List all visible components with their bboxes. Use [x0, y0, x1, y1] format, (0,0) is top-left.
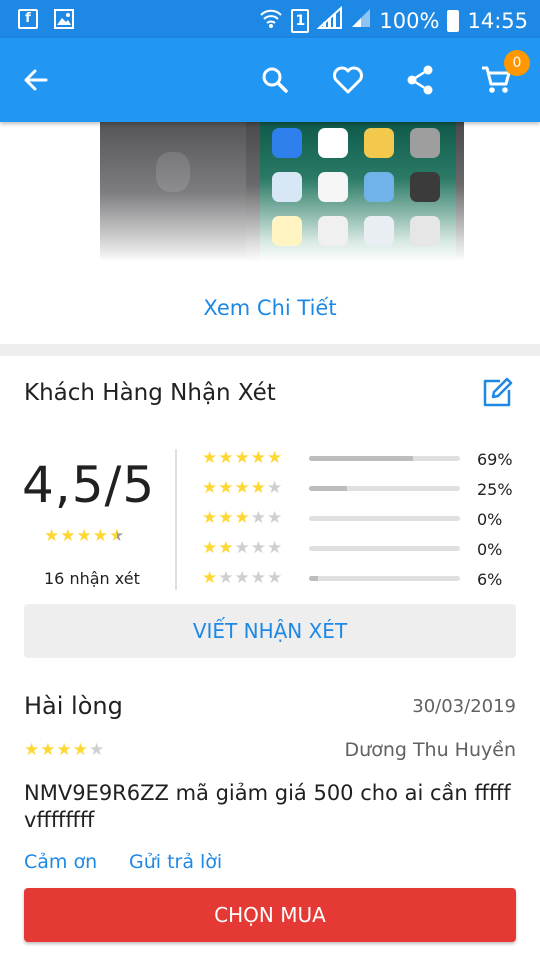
calendar-app-icon — [318, 128, 348, 158]
apple-logo-icon — [156, 152, 190, 192]
review-rating-stars: ★★★★★ — [24, 740, 106, 760]
rating-percent: 6% — [477, 570, 503, 589]
mail-app-icon — [272, 128, 302, 158]
section-divider — [0, 344, 540, 356]
reviews-section-title: Khách Hàng Nhận Xét — [24, 380, 276, 406]
review-date: 30/03/2019 — [412, 696, 516, 717]
rating-distribution-row: ★★★★★ 69% — [202, 448, 522, 470]
notification-icons: f — [18, 9, 74, 33]
review-count: 16 nhận xét — [44, 569, 140, 588]
review-author: Dương Thu Huyền — [344, 739, 516, 761]
wifi-icon — [259, 7, 283, 34]
buy-button[interactable]: CHỌN MUA — [24, 888, 516, 942]
search-icon[interactable] — [255, 60, 295, 100]
phone-image[interactable] — [100, 122, 464, 262]
view-details-link[interactable]: Xem Chi Tiết — [0, 296, 540, 320]
videos-app-icon — [410, 216, 440, 246]
heart-icon[interactable] — [328, 60, 368, 100]
rating-bar — [309, 456, 460, 461]
star-icon: ★ — [92, 526, 109, 546]
rating-bar-fill — [309, 486, 347, 491]
average-rating-stars: ★★★★★ — [44, 528, 125, 545]
review-body: NMV9E9R6ZZ mã giảm giá 500 cho ai cần ff… — [24, 781, 511, 832]
photos-app-icon — [364, 128, 394, 158]
star-icon: ★ — [44, 526, 61, 546]
reply-link[interactable]: Gửi trả lời — [129, 851, 222, 873]
average-rating: 4,5/5 — [22, 456, 156, 514]
clock: 14:55 — [467, 8, 528, 33]
notes-app-icon — [272, 216, 302, 246]
rating-bar — [309, 486, 460, 491]
app-icons — [272, 128, 440, 246]
signal-icon — [351, 8, 371, 33]
clock-app-icon — [318, 172, 348, 202]
rating-percent: 0% — [477, 540, 503, 559]
rating-bar — [309, 576, 460, 581]
gallery-icon — [54, 9, 74, 33]
reminders-app-icon — [318, 216, 348, 246]
phone-back — [100, 122, 246, 262]
half-star-icon: ★ — [109, 526, 126, 546]
status-bar: f 1 100% 14:55 — [0, 0, 540, 38]
rating-stars: ★★★★★ — [202, 568, 284, 588]
rating-stars: ★★★★★ — [202, 508, 284, 528]
rating-distribution-row: ★★★★★ 6% — [202, 568, 522, 590]
rating-percent: 0% — [477, 510, 503, 529]
rating-bar — [309, 516, 460, 521]
wallet-app-icon — [410, 172, 440, 202]
rating-percent: 25% — [477, 480, 513, 499]
star-icon: ★ — [76, 526, 93, 546]
review-title: Hài lòng — [24, 692, 123, 720]
rating-bar-fill — [309, 576, 319, 581]
stocks-app-icon — [364, 216, 394, 246]
star-icon: ★ — [60, 526, 77, 546]
rating-distribution-row: ★★★★★ 0% — [202, 508, 522, 530]
signal-icon — [316, 5, 343, 35]
rating-bar — [309, 546, 460, 551]
share-icon[interactable] — [400, 60, 440, 100]
phone-screen — [260, 122, 456, 262]
rating-stars: ★★★★★ — [202, 478, 284, 498]
rating-bar-fill — [309, 456, 414, 461]
back-arrow-icon[interactable] — [16, 60, 56, 100]
app-bar — [0, 38, 540, 122]
write-review-button[interactable]: VIẾT NHẬN XÉT — [24, 604, 516, 658]
sim-icon: 1 — [291, 8, 310, 33]
cart-count-badge: 0 — [504, 50, 530, 76]
rating-distribution-row: ★★★★★ 25% — [202, 478, 522, 500]
rating-percent: 69% — [477, 450, 513, 469]
edit-icon[interactable] — [480, 376, 514, 410]
vertical-divider — [175, 449, 177, 590]
maps-app-icon — [272, 172, 302, 202]
battery-icon — [447, 9, 460, 32]
rating-stars: ★★★★★ — [202, 538, 284, 558]
weather-app-icon — [364, 172, 394, 202]
rating-distribution-row: ★★★★★ 0% — [202, 538, 522, 560]
rating-stars: ★★★★★ — [202, 448, 284, 468]
battery-level: 100% — [379, 8, 440, 33]
camera-app-icon — [410, 128, 440, 158]
facebook-icon: f — [18, 9, 38, 29]
thanks-link[interactable]: Cảm ơn — [24, 851, 97, 873]
